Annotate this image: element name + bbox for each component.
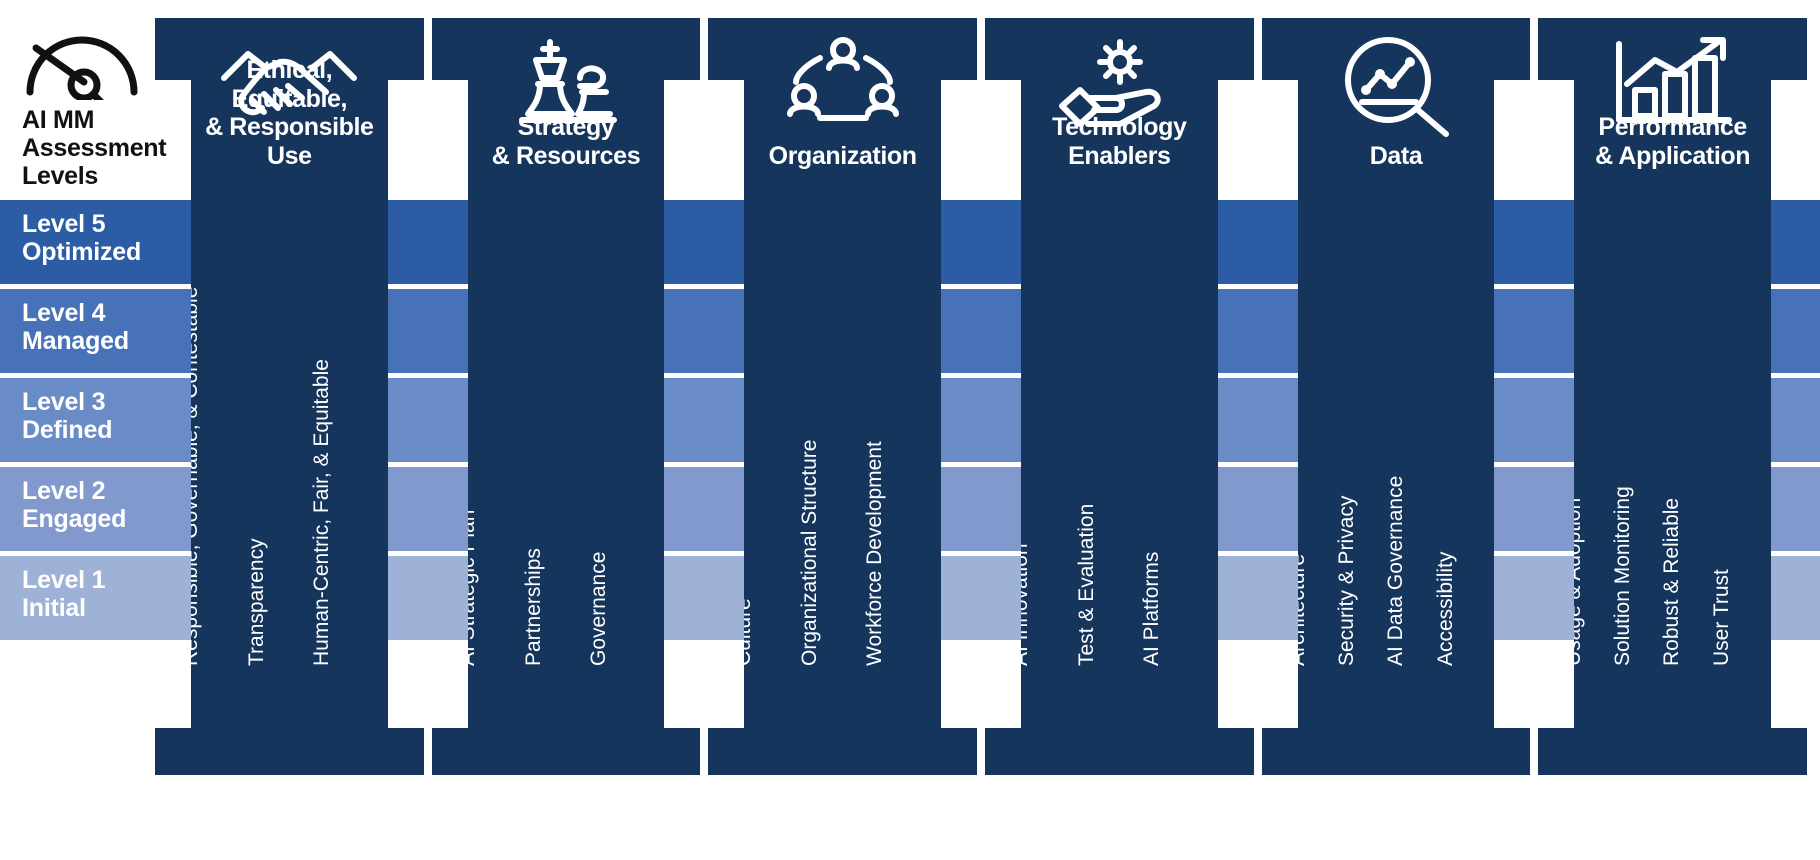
pillar-body-3: Culture Organizational Structure Workforce… xyxy=(744,178,941,678)
level-stripe-3 xyxy=(165,378,1820,462)
subitem-label: Organizational Structure xyxy=(798,439,822,666)
subitem-label: Responsible, Governable, & Contestable xyxy=(191,286,202,666)
pillar-bottom-cap-1 xyxy=(155,728,424,775)
subitem-1-3: Human-Centric, Fair, & Equitable xyxy=(310,359,388,666)
ai-maturity-model-diagram: AI MM Assessment Levels Level 5 Optimized Lev… xyxy=(0,0,1820,860)
subitem-label: AI Platforms xyxy=(1140,551,1163,666)
level-number: Level 2 xyxy=(22,477,106,505)
level-band-4[interactable]: Level 2 Engaged xyxy=(0,467,165,551)
pillar-bottom-body-1 xyxy=(191,678,388,728)
subitem-label: Architecture xyxy=(1297,553,1309,666)
pillar-title-line: Technology xyxy=(1052,113,1187,141)
pillar-title-line: & Resources xyxy=(491,141,641,170)
level-name: Initial xyxy=(22,594,86,622)
pillar-title-line: Performance xyxy=(1598,113,1747,141)
pillar-title-6: Performance & Application xyxy=(1574,113,1771,170)
legend-title: AI MM Assessment Levels xyxy=(22,106,182,190)
pillar-header-2: Strategy & Resources xyxy=(467,39,665,178)
level-stripe-2 xyxy=(165,289,1820,373)
subitem-4-3: AI Platforms xyxy=(1140,552,1218,666)
pillar-title-3: Organization xyxy=(744,142,941,171)
legend-title-line: Levels xyxy=(22,162,99,190)
level-band-3[interactable]: Level 3 Defined xyxy=(0,378,165,462)
subitem-label: AI Strategic Plan xyxy=(467,509,479,666)
pillar-title-line: Data xyxy=(1369,141,1423,170)
level-stripe-5 xyxy=(165,556,1820,640)
level-band-1[interactable]: Level 5 Optimized xyxy=(0,200,165,284)
level-name: Managed xyxy=(22,327,129,355)
subitem-label: Robust & Reliable xyxy=(1660,497,1684,666)
subitem-label: Usage & Adoption xyxy=(1574,497,1586,666)
gauge-meter-icon xyxy=(26,36,138,100)
pillar-title-line: Organization xyxy=(768,141,917,170)
legend-title-line: Assessment xyxy=(22,134,167,162)
subitem-label: Security & Privacy xyxy=(1334,495,1358,666)
subitem-6-4: User Trust xyxy=(1710,569,1771,666)
level-band-5[interactable]: Level 1 Initial xyxy=(0,556,165,640)
pillar-bottom-cap-5 xyxy=(1261,728,1531,775)
level-number: Level 4 xyxy=(22,299,106,327)
subitem-label: Solution Monitoring xyxy=(1611,486,1635,666)
people-network-icon xyxy=(784,34,902,137)
pillar-header-3: Organization xyxy=(744,37,941,178)
pillar-bottom-body-5 xyxy=(1297,678,1495,728)
pillar-body-2: AI Strategic Plan Partnerships Governance xyxy=(467,178,665,678)
subitem-label: Transparency xyxy=(245,538,268,666)
pillar-title-line: Strategy xyxy=(517,113,615,141)
subitem-2-3: Governance xyxy=(587,552,665,666)
subitem-3-3: Workforce Development xyxy=(863,441,941,666)
subitem-label: AI Data Governance xyxy=(1383,475,1407,666)
level-name: Defined xyxy=(22,416,113,444)
pillar-bottom-body-2 xyxy=(467,678,665,728)
pillar-bottom-cap-2 xyxy=(431,728,701,775)
legend-title-line: AI MM xyxy=(22,106,95,134)
pillar-bottom-cap-6 xyxy=(1538,728,1807,775)
level-stripe-4 xyxy=(165,467,1820,551)
pillar-body-4: AI Innovation Test & Evaluation AI Platfor… xyxy=(1021,178,1218,678)
pillar-bottom-cap-3 xyxy=(708,728,977,775)
level-stripe-1 xyxy=(165,200,1820,284)
subitem-label: User Trust xyxy=(1710,569,1734,666)
subitem-label: Workforce Development xyxy=(863,441,887,666)
level-band-2[interactable]: Level 4 Managed xyxy=(0,289,165,373)
level-number: Level 5 xyxy=(22,210,106,238)
pillar-body-5: Architecture Security & Privacy AI Data Go… xyxy=(1297,178,1495,678)
pillar-title-5: Data xyxy=(1298,142,1495,171)
pillar-body-1: Responsible, Governable, & Contestable Tr… xyxy=(191,178,388,678)
subitem-label: Governance xyxy=(586,551,610,666)
pillar-title-2: Strategy & Resources xyxy=(468,113,665,170)
subitem-5-4: Accessibility xyxy=(1434,552,1495,666)
magnifier-chart-icon xyxy=(1336,34,1456,143)
pillar-bottom-body-6 xyxy=(1574,678,1771,728)
pillar-bottom-body-3 xyxy=(744,678,941,728)
pillar-title-4: Technology Enablers xyxy=(1021,113,1218,170)
subitem-label: Test & Evaluation xyxy=(1075,503,1098,666)
pillar-header-6: Performance & Application xyxy=(1574,37,1771,178)
subitem-label: Human-Centric, Fair, & Equitable xyxy=(310,359,333,666)
subitem-label: Accessibility xyxy=(1433,551,1457,666)
pillar-bottom-body-4 xyxy=(1021,678,1218,728)
level-name: Optimized xyxy=(22,238,142,266)
subitem-label: AI Innovation xyxy=(1021,543,1032,666)
pillar-title-line: & Application xyxy=(1595,141,1751,170)
pillar-body-6: Usage & Adoption Solution Monitoring Robus… xyxy=(1574,178,1771,678)
level-name: Engaged xyxy=(22,505,127,533)
pillar-title-line: & Responsible Use xyxy=(205,113,374,170)
level-number: Level 3 xyxy=(22,388,106,416)
pillar-title-line: Enablers xyxy=(1068,141,1171,170)
pillar-title-1: Ethical, Equitable, & Responsible Use xyxy=(191,56,388,170)
pillar-header-5: Data xyxy=(1297,37,1495,178)
pillar-header-4: Technology Enablers xyxy=(1021,39,1218,178)
level-number: Level 1 xyxy=(22,566,106,594)
pillar-header-1: Ethical, Equitable, & Responsible Use xyxy=(191,51,388,178)
subitem-label: Partnerships xyxy=(521,548,545,666)
pillar-bottom-cap-4 xyxy=(985,728,1254,775)
pillar-title-line: Ethical, Equitable, xyxy=(231,56,348,113)
subitem-label: Culture xyxy=(744,598,756,666)
